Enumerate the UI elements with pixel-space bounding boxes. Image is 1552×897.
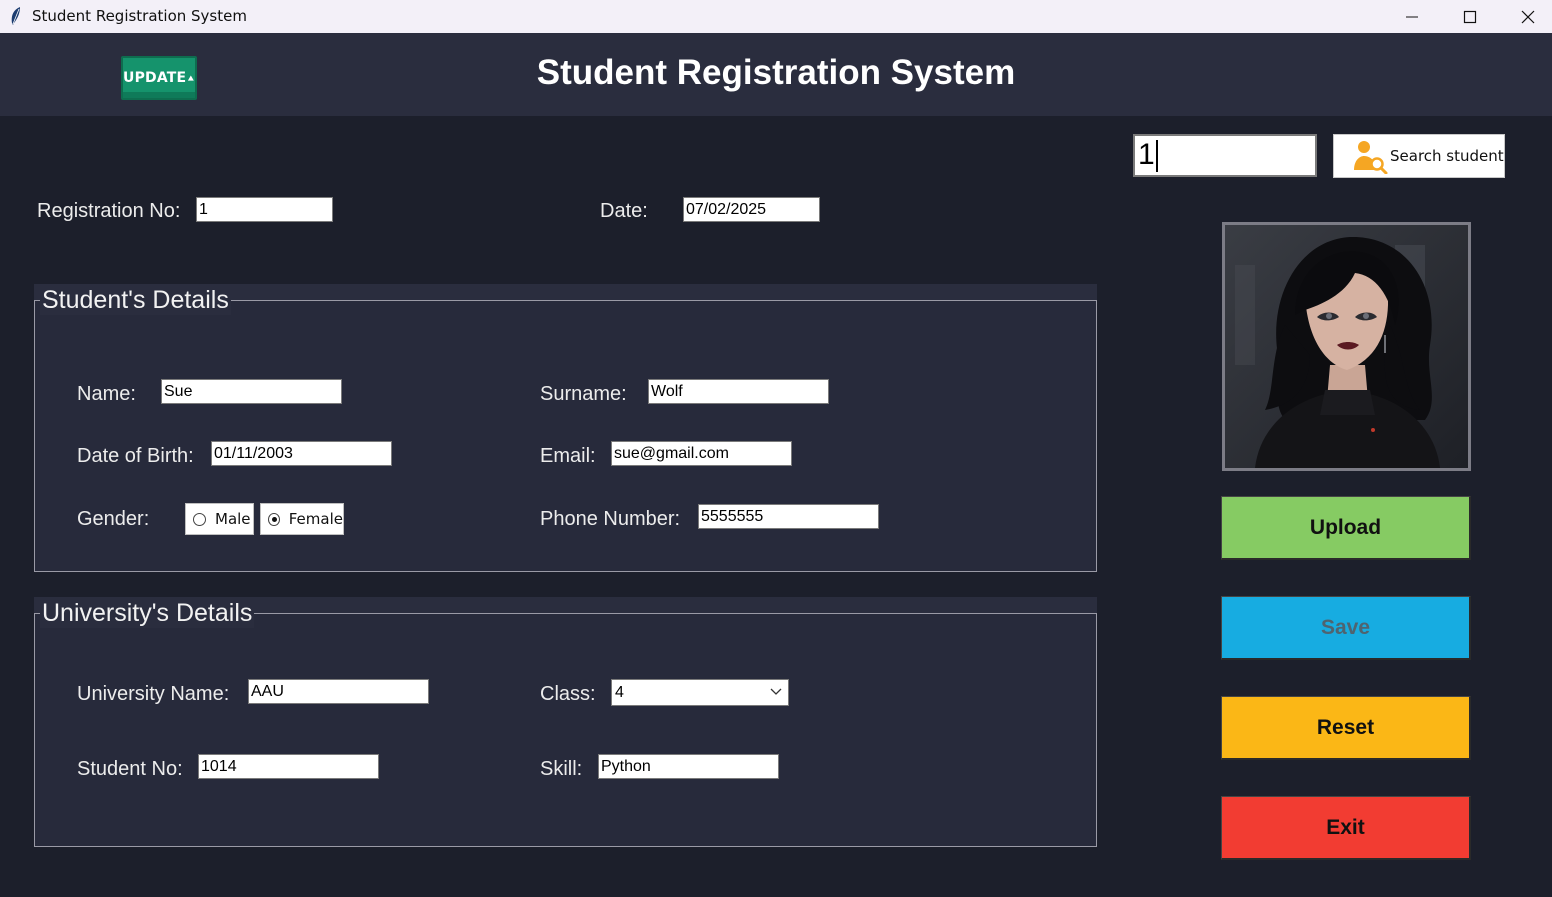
class-select-value: 4 (615, 684, 624, 701)
window-titlebar: Student Registration System (0, 0, 1552, 33)
portrait-image (1225, 225, 1468, 468)
gender-label: Gender: (77, 508, 150, 530)
chevron-down-icon (770, 688, 782, 695)
phone-label: Phone Number: (540, 508, 681, 530)
date-field[interactable]: 07/02/2025 (683, 197, 820, 222)
upload-button[interactable]: Upload (1221, 496, 1471, 560)
maximize-button[interactable] (1441, 0, 1499, 33)
search-input[interactable]: 1 (1133, 134, 1317, 177)
date-label: Date: (600, 200, 648, 222)
reset-button[interactable]: Reset (1221, 696, 1471, 760)
name-label: Name: (77, 383, 136, 405)
minimize-icon (1406, 16, 1418, 17)
university-name-label: University Name: (77, 683, 230, 705)
maximize-icon (1463, 10, 1477, 23)
student-no-label: Student No: (77, 758, 183, 780)
student-photo (1222, 222, 1471, 471)
radio-checked-icon (268, 512, 280, 526)
save-button[interactable]: Save (1221, 596, 1471, 660)
email-label: Email: (540, 445, 596, 467)
user-search-icon (1354, 141, 1388, 174)
student-details-title: Student's Details (40, 286, 231, 315)
email-field[interactable]: sue@gmail.com (611, 441, 792, 466)
surname-field[interactable]: Wolf (648, 379, 829, 404)
dob-field[interactable]: 01/11/2003 (211, 441, 392, 466)
gender-female-radio[interactable]: Female (260, 503, 344, 535)
exit-button[interactable]: Exit (1221, 796, 1471, 860)
search-student-button[interactable]: Search student (1333, 134, 1505, 178)
phone-field[interactable]: 5555555 (698, 504, 879, 529)
gender-male-radio[interactable]: Male (185, 503, 254, 535)
gender-female-label: Female (288, 510, 343, 528)
class-label: Class: (540, 683, 596, 705)
app-header: UPDATE Student Registration System (0, 33, 1552, 116)
gender-male-label: Male (215, 510, 251, 528)
window-title: Student Registration System (32, 7, 247, 25)
close-icon (1521, 10, 1535, 23)
page-title: Student Registration System (536, 53, 1016, 92)
university-details-title: University's Details (40, 599, 255, 628)
registration-label: Registration No: (37, 200, 181, 222)
student-no-field[interactable]: 1014 (198, 754, 379, 779)
skill-field[interactable]: Python (598, 754, 779, 779)
dob-label: Date of Birth: (77, 445, 194, 467)
university-name-field[interactable]: AAU (248, 679, 429, 704)
university-details-frame (34, 613, 1097, 847)
text-caret (1155, 140, 1158, 173)
name-field[interactable]: Sue (161, 379, 342, 404)
skill-label: Skill: (540, 758, 583, 780)
surname-label: Surname: (540, 383, 627, 405)
registration-field[interactable]: 1 (196, 197, 333, 222)
close-button[interactable] (1499, 0, 1552, 33)
class-select[interactable]: 4 (611, 679, 789, 706)
search-input-value: 1 (1138, 138, 1155, 171)
search-student-label: Search student (1390, 147, 1504, 165)
feather-icon (11, 7, 20, 25)
minimize-button[interactable] (1383, 0, 1441, 33)
radio-unchecked-icon (193, 512, 206, 526)
